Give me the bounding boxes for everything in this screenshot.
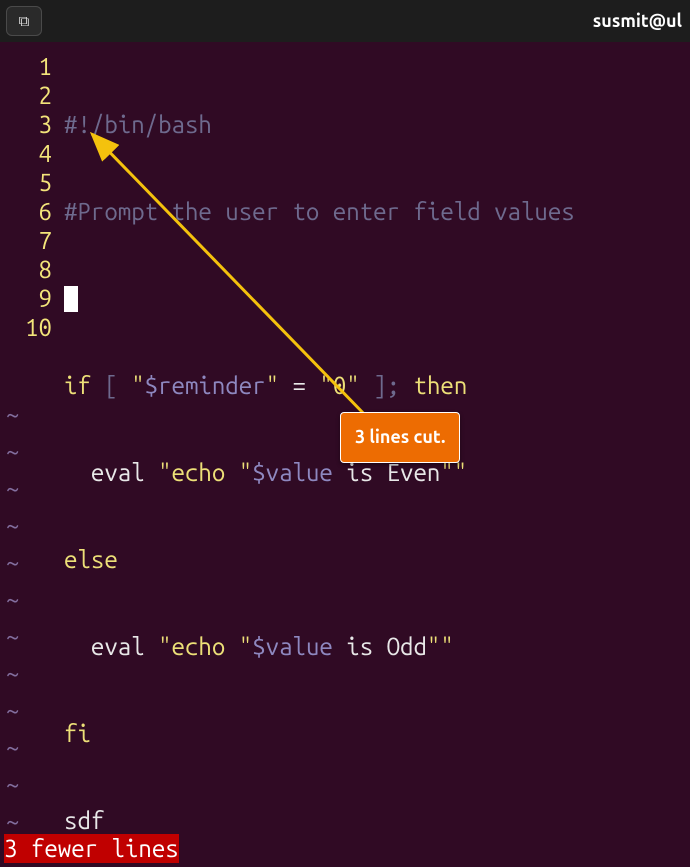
tilde-line: ~	[6, 474, 19, 511]
keyword-fi: fi	[64, 720, 91, 747]
line-number: 5	[0, 168, 56, 197]
new-tab-button[interactable]: ⧉	[6, 6, 42, 36]
line-number: 7	[0, 226, 56, 255]
shebang-comment: #!/bin/bash	[64, 111, 212, 138]
code-line-9: sdf	[64, 806, 690, 835]
code-line-2: #Prompt the user to enter field values	[64, 197, 690, 226]
code-line-4: if [ "$reminder" = "0" ]; then	[64, 371, 690, 400]
line-number: 3	[0, 110, 56, 139]
tilde-line: ~	[6, 548, 19, 585]
tilde-line: ~	[6, 400, 19, 437]
window-titlebar: ⧉ susmit@ul	[0, 0, 690, 42]
line-number: 4	[0, 139, 56, 168]
keyword-else: else	[64, 546, 118, 573]
window-title: susmit@ul	[593, 11, 684, 31]
vim-status-line: 3 fewer lines	[4, 834, 179, 863]
keyword-if: if	[64, 372, 91, 399]
code-line-3	[64, 284, 690, 313]
code-line-7: eval "echo "$value is Odd""	[64, 632, 690, 661]
callout-label: 3 lines cut.	[355, 427, 445, 447]
new-tab-icon: ⧉	[19, 12, 30, 30]
tilde-line: ~	[6, 585, 19, 622]
tilde-line: ~	[6, 733, 19, 770]
tilde-line: ~	[6, 659, 19, 696]
tilde-line: ~	[6, 511, 19, 548]
tilde-line: ~	[6, 696, 19, 733]
line-number-gutter: 1 2 3 4 5 6 7 8 9 10	[0, 52, 56, 342]
terminal-viewport[interactable]: 1 2 3 4 5 6 7 8 9 10 #!/bin/bash #Prompt…	[0, 42, 690, 867]
annotation-callout: 3 lines cut.	[340, 412, 460, 463]
line-number: 10	[0, 313, 56, 342]
code-line-1: #!/bin/bash	[64, 110, 690, 139]
line-number: 1	[0, 52, 56, 81]
tilde-line: ~	[6, 622, 19, 659]
line-number: 9	[0, 284, 56, 313]
prompt-comment: #Prompt the user to enter field values	[64, 198, 575, 225]
tilde-line: ~	[6, 770, 19, 807]
empty-line-tildes: ~~~~~~~~~~~~~	[6, 400, 19, 867]
text-cursor	[64, 286, 78, 312]
tilde-line: ~	[6, 437, 19, 474]
line-number: 6	[0, 197, 56, 226]
line-number: 2	[0, 81, 56, 110]
code-line-8: fi	[64, 719, 690, 748]
line-number: 8	[0, 255, 56, 284]
code-line-6: else	[64, 545, 690, 574]
keyword-then: then	[400, 372, 467, 399]
